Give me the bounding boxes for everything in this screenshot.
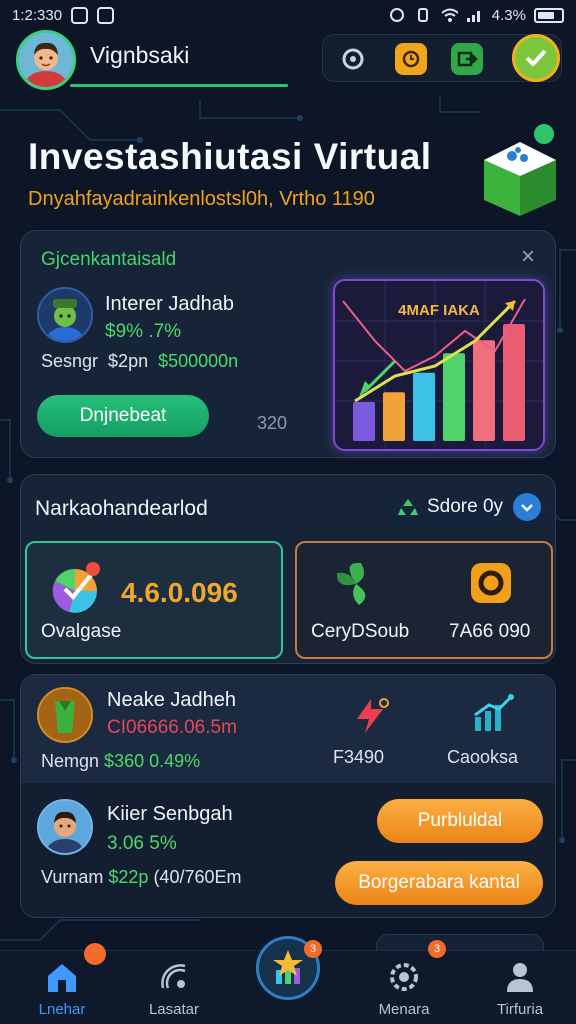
recycle-icon: [398, 499, 418, 515]
holding-2-label: Vurnam: [41, 867, 104, 887]
app-header: Vignbsaki: [0, 30, 576, 96]
wifi-icon: [440, 6, 458, 24]
nav-satellite-label: Lasatar: [148, 1001, 200, 1018]
notification-app-icon: [70, 6, 88, 24]
growth-chart-card[interactable]: 4MAF IAKA: [333, 279, 545, 451]
timer-button[interactable]: [395, 43, 427, 75]
gift-box-icon: [484, 124, 556, 216]
lightning-icon: [357, 698, 389, 733]
holding-1-value: $360: [104, 751, 145, 771]
status-time: 1:2:330: [12, 6, 63, 24]
alarm-icon: [388, 6, 406, 24]
overall-stat-card[interactable]: 4.6.0.096 Ovalgase: [25, 541, 283, 659]
summary-value: $2pn: [108, 351, 149, 371]
gear-icon: [386, 959, 422, 995]
nav-menara-label: Menara: [378, 1001, 430, 1018]
score-label: Sdore 0y: [427, 496, 504, 517]
satellite-icon: [156, 959, 192, 995]
signal-icon: [466, 6, 484, 24]
category-value: 7A66 090: [449, 621, 531, 642]
star-chart-icon: [273, 950, 303, 984]
score-pill[interactable]: Sdore 0y: [387, 487, 547, 527]
home-notification-badge: [84, 943, 106, 965]
chart-bar-4: [443, 353, 465, 441]
battery-percent: 4.3%: [491, 6, 526, 24]
panel-counter: 320: [257, 413, 288, 433]
holding-2-details: Vurnam $22p (40/760Em: [41, 867, 242, 888]
nav-home-label: Lnehar: [38, 1001, 86, 1018]
holding-2-gain: 3.06 5%: [107, 833, 177, 854]
refresh-icon: [342, 48, 364, 70]
notification-n-icon: [96, 6, 114, 24]
user-avatar[interactable]: [16, 30, 76, 90]
vibrate-icon: [414, 6, 432, 24]
holding-1-code: CI06666.06.5m: [107, 717, 237, 738]
status-bar: 1:2:330 4.3%: [0, 0, 576, 30]
holding-1-name: Neake Jadheh: [107, 689, 236, 711]
holding-2-range: (40/760Em: [153, 867, 242, 887]
export-icon: [457, 51, 478, 67]
investment-panel: Gjcenkantaisald × Interer Jadhab $9% .7%…: [20, 230, 556, 458]
market-panel: Narkaohandearlod Sdore 0y 4.6.0.096 Oval…: [20, 474, 556, 664]
overall-value: 4.6.0.096: [121, 577, 238, 608]
battery-icon: [534, 7, 564, 23]
holding-2-value: $22p: [108, 867, 149, 887]
refresh-button[interactable]: [337, 43, 369, 75]
profile-icon: [502, 959, 538, 995]
home-icon: [44, 959, 80, 995]
market-title: Narkaohandearlod: [35, 497, 208, 520]
clock-icon: [402, 50, 420, 68]
panel-heading: Gjcenkantaisald: [41, 249, 177, 270]
category-stat-card[interactable]: CeryDSoub 7A66 090: [295, 541, 553, 659]
holding-1-stat-b: Caooksa: [447, 747, 519, 767]
holding-2-avatar: [37, 799, 93, 855]
chart-bar-3: [413, 372, 435, 441]
chart-bar-6: [503, 324, 525, 441]
category-label: CeryDSoub: [311, 621, 410, 642]
holding-1-label: Nemgn: [41, 751, 100, 771]
borrow-button[interactable]: Borgerabara kantal: [335, 861, 543, 905]
investor-summary: Sesngr $2pn $500000n: [41, 351, 238, 372]
menara-badge: 3: [428, 940, 446, 958]
holding-1-stat-a: F3490: [333, 747, 385, 767]
holding-1-percent: 0.49%: [149, 751, 201, 771]
invest-button[interactable]: Dnjnebeat: [37, 395, 209, 437]
pie-chart-icon: [52, 562, 100, 613]
holding-2-name: Kiier Senbgah: [107, 803, 233, 825]
leaf-icon: [336, 562, 366, 605]
ring-icon: [471, 563, 511, 603]
page-title: Investashiutasi Virtual: [28, 136, 432, 177]
trend-chart-icon: [474, 694, 514, 731]
holding-1-avatar: [37, 687, 93, 743]
export-button[interactable]: [451, 43, 483, 75]
chart-bar-1: [353, 402, 375, 441]
investor-avatar: [37, 287, 93, 343]
nav-profile[interactable]: Tirfuria: [470, 951, 570, 1024]
header-underline: [70, 84, 288, 87]
chart-bar-2: [383, 392, 405, 441]
investor-gain: $9% .7%: [105, 321, 182, 342]
summary-label: Sesngr: [41, 351, 99, 371]
holding-1-details: Nemgn $360 0.49%: [41, 751, 200, 772]
growth-chart: 4MAF IAKA: [335, 281, 543, 449]
summary-total: $500000n: [158, 351, 239, 371]
holdings-panel: Neake Jadheh CI06666.06.5m Nemgn $360 0.…: [20, 674, 556, 918]
chart-bar-5: [473, 340, 495, 441]
overall-label: Ovalgase: [41, 621, 122, 642]
nav-profile-label: Tirfuria: [496, 1001, 544, 1018]
center-badge: 3: [304, 940, 322, 958]
username: Vignbsaki: [90, 42, 190, 68]
nav-satellite[interactable]: Lasatar: [124, 951, 224, 1024]
chart-label: 4MAF IAKA: [398, 302, 480, 319]
publish-button[interactable]: Purbluldal: [377, 799, 543, 843]
floating-card-stub: [376, 934, 544, 950]
nav-menara[interactable]: Menara: [354, 951, 454, 1024]
close-button[interactable]: ×: [521, 243, 535, 271]
investor-name: Interer Jadhab: [105, 293, 234, 315]
chevron-down-icon[interactable]: [513, 493, 541, 521]
check-icon: [525, 49, 547, 67]
page-subtitle: Dnyahfayadrainkenlostsl0h, Vrtho 1190: [28, 188, 375, 210]
verified-button[interactable]: [512, 34, 560, 82]
holding-row-1[interactable]: Neake Jadheh CI06666.06.5m Nemgn $360 0.…: [21, 675, 555, 783]
